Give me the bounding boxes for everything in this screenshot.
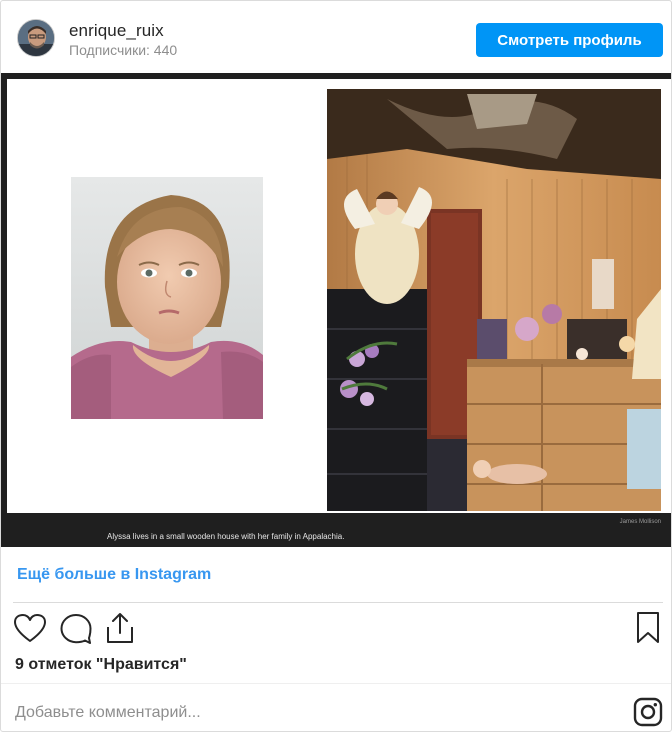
instagram-logo-icon[interactable] — [633, 697, 663, 731]
share-icon[interactable] — [105, 611, 135, 650]
instagram-embed-card: enrique_ruix Подписчики: 440 Смотреть пр… — [0, 0, 672, 732]
post-header: enrique_ruix Подписчики: 440 Смотреть пр… — [1, 1, 671, 73]
photo-spread — [7, 79, 671, 513]
divider — [13, 602, 663, 603]
comment-input[interactable] — [15, 701, 615, 725]
comment-icon[interactable] — [59, 613, 93, 650]
post-media[interactable]: James Mollison Alyssa lives in a small w… — [1, 73, 671, 547]
photo-caption: Alyssa lives in a small wooden house wit… — [107, 532, 345, 541]
follower-count: Подписчики: 440 — [69, 42, 178, 58]
heart-icon[interactable] — [13, 613, 47, 648]
username[interactable]: enrique_ruix — [69, 21, 164, 41]
photo-credit: James Mollison — [619, 519, 661, 525]
like-count[interactable]: 9 отметок "Нравится" — [15, 656, 187, 674]
portrait-photo — [71, 177, 263, 419]
bookmark-icon[interactable] — [635, 611, 661, 650]
divider — [1, 683, 671, 684]
avatar[interactable] — [17, 19, 55, 57]
view-profile-button[interactable]: Смотреть профиль — [476, 23, 663, 57]
bedroom-photo — [327, 89, 661, 511]
more-on-instagram-link[interactable]: Ещё больше в Instagram — [17, 566, 211, 584]
